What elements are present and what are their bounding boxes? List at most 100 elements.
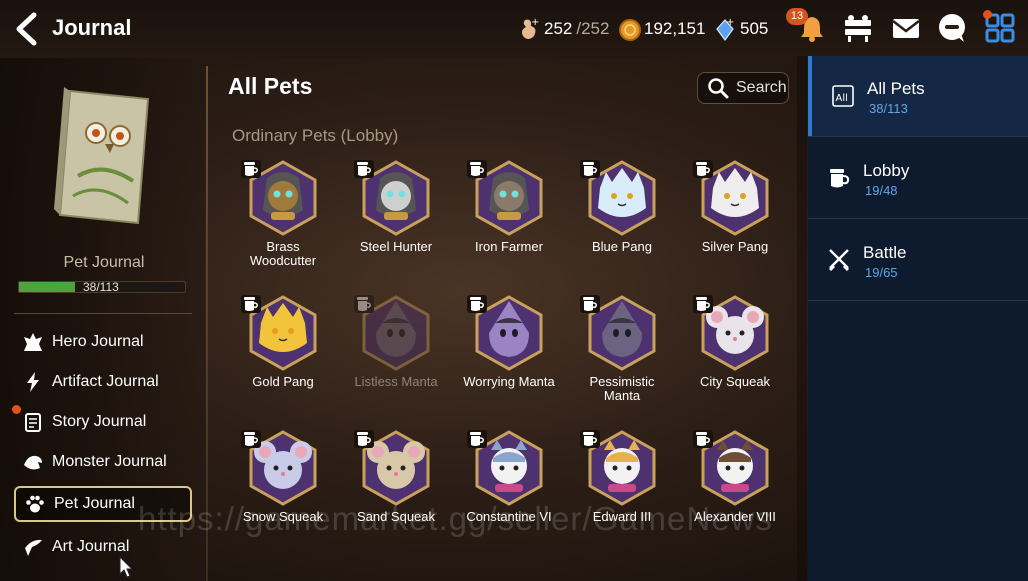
- crystal-icon: +: [714, 16, 736, 42]
- pet-name: Iron Farmer: [454, 240, 564, 254]
- paw-icon: [24, 493, 46, 515]
- story-alert-dot: [12, 405, 21, 414]
- pet-card[interactable]: Edward III: [567, 428, 677, 558]
- art-icon: [22, 536, 44, 558]
- stamina-value: 252: [544, 19, 573, 38]
- menu-label: Artifact Journal: [52, 373, 159, 390]
- menu-monster-journal[interactable]: Monster Journal: [14, 444, 192, 480]
- pet-card[interactable]: Gold Pang: [228, 293, 338, 423]
- tab-all-pets[interactable]: All All Pets 38/113: [808, 56, 1028, 136]
- pet-name-line1: City Squeak: [699, 374, 771, 389]
- stamina-max: /252: [576, 19, 610, 38]
- pet-portrait-pang-icon: [693, 160, 769, 236]
- pet-name-line1: Listless Manta: [354, 374, 438, 389]
- pet-card[interactable]: Alexander VIII: [680, 428, 790, 558]
- pet-journal-book-icon: [48, 81, 158, 231]
- main-title: All Pets: [228, 73, 313, 99]
- tab-label: All Pets: [867, 79, 925, 98]
- monster-icon: [22, 451, 44, 473]
- section-title: Ordinary Pets (Lobby): [232, 126, 399, 145]
- gold-counter[interactable]: 192,151: [618, 14, 705, 44]
- pet-card[interactable]: Silver Pang: [680, 158, 790, 288]
- progress-text: 38/113: [83, 280, 119, 294]
- svg-text:+: +: [726, 17, 734, 28]
- content-scrollbar-track[interactable]: [797, 56, 807, 581]
- notification-badge: 13: [786, 8, 808, 25]
- pet-name-line1: Pessimistic: [589, 374, 655, 389]
- pet-card[interactable]: City Squeak: [680, 293, 790, 423]
- hero-icon: [22, 331, 44, 353]
- stamina-counter[interactable]: + 252/252: [518, 14, 609, 44]
- pet-name-line1: Silver Pang: [701, 239, 769, 254]
- pet-portrait-squeak-icon: [241, 430, 317, 506]
- pet-portrait-robot-icon: [354, 160, 430, 236]
- chat-button[interactable]: [936, 12, 968, 44]
- progress-fill: [19, 282, 75, 292]
- back-arrow-icon: [16, 12, 37, 46]
- community-button[interactable]: [842, 12, 874, 44]
- pet-card[interactable]: Worrying Manta: [454, 293, 564, 423]
- gold-value: 192,151: [644, 19, 706, 38]
- pet-name-line1: Steel Hunter: [359, 239, 433, 254]
- menu-label: Pet Journal: [54, 495, 135, 512]
- tab-lobby[interactable]: Lobby 19/48: [808, 138, 1028, 218]
- pet-portrait-manta-icon: [467, 295, 543, 371]
- tab-count: 38/113: [869, 101, 908, 116]
- menu-hero-journal[interactable]: Hero Journal: [14, 324, 192, 360]
- pet-portrait-manta-icon: [580, 295, 656, 371]
- tab-separator: [808, 218, 1028, 219]
- pet-card[interactable]: Iron Farmer: [454, 158, 564, 288]
- tab-separator: [808, 300, 1028, 301]
- pet-portrait-manta-icon: [354, 295, 430, 371]
- menu-story-journal[interactable]: Story Journal: [14, 404, 192, 440]
- pet-portrait-squeak-icon: [354, 430, 430, 506]
- pet-card[interactable]: Steel Hunter: [341, 158, 451, 288]
- back-button[interactable]: [12, 12, 42, 46]
- menu-alert-dot: [983, 10, 992, 19]
- mouse-cursor-icon: [119, 556, 134, 578]
- menu-label: Art Journal: [52, 538, 130, 555]
- pet-card[interactable]: Constantine VI: [454, 428, 564, 558]
- svg-text:All: All: [836, 93, 848, 104]
- menu-artifact-journal[interactable]: Artifact Journal: [14, 364, 192, 400]
- pet-portrait-robot-icon: [241, 160, 317, 236]
- search-icon: [708, 78, 729, 99]
- pet-card[interactable]: Brass Woodcutter: [228, 158, 338, 288]
- table-icon: [845, 15, 871, 42]
- tab-separator: [808, 136, 1028, 137]
- pet-name-line1: Gold Pang: [252, 374, 314, 389]
- mail-button[interactable]: [890, 12, 922, 44]
- search-label: Search: [736, 79, 787, 96]
- pet-portrait-robot-icon: [467, 160, 543, 236]
- pet-name-line2: Woodcutter: [249, 253, 317, 268]
- artifact-icon: [22, 371, 44, 393]
- pet-portrait-cat-icon: [580, 430, 656, 506]
- pet-card[interactable]: Pessimistic Manta: [567, 293, 677, 423]
- pet-name: Gold Pang: [228, 375, 338, 389]
- pet-name-line1: Brass: [266, 239, 300, 254]
- pet-card[interactable]: Sand Squeak: [341, 428, 451, 558]
- pet-name: City Squeak: [680, 375, 790, 389]
- pet-name: Silver Pang: [680, 240, 790, 254]
- pet-name-line2: Manta: [603, 388, 641, 403]
- book-title: Pet Journal: [63, 254, 145, 271]
- pet-card[interactable]: Listless Manta: [341, 293, 451, 423]
- pet-name-line1: Iron Farmer: [475, 239, 543, 254]
- pet-portrait-pang-icon: [580, 160, 656, 236]
- all-icon: All: [832, 85, 854, 107]
- pet-name-line1: Worrying Manta: [463, 374, 555, 389]
- battle-icon: [828, 249, 850, 272]
- crystal-counter[interactable]: + 505: [714, 14, 768, 44]
- tab-count: 19/65: [865, 265, 898, 280]
- tab-battle[interactable]: Battle 19/65: [808, 220, 1028, 300]
- pet-portrait-squeak-icon: [693, 295, 769, 371]
- search-button[interactable]: Search: [697, 72, 789, 104]
- pet-portrait-cat-icon: [693, 430, 769, 506]
- stamina-icon: +: [518, 16, 540, 42]
- pet-card[interactable]: Snow Squeak: [228, 428, 338, 558]
- pet-name: Brass Woodcutter: [228, 240, 338, 268]
- left-hdivider: [14, 313, 192, 314]
- menu-label: Monster Journal: [52, 453, 167, 470]
- pet-card[interactable]: Blue Pang: [567, 158, 677, 288]
- story-icon: [22, 411, 44, 433]
